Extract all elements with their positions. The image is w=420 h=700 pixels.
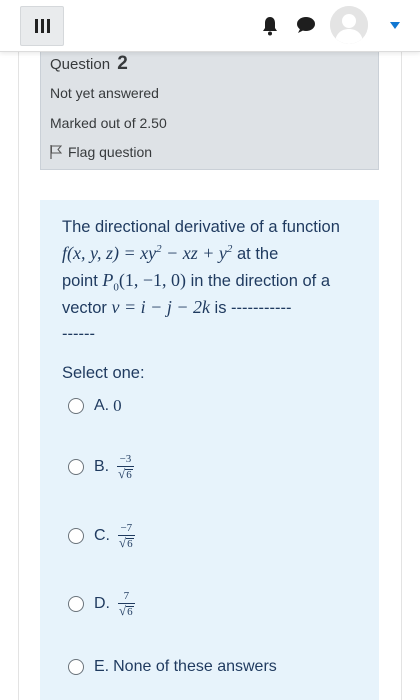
question-info-panel: Question 2 Not yet answered Marked out o… [40,44,379,170]
menu-button[interactable] [20,6,64,46]
radio-option-c[interactable] [68,527,84,544]
radio-option-b[interactable] [68,458,84,475]
chat-icon[interactable] [296,16,316,34]
question-number: Question 2 [50,53,128,75]
bell-icon[interactable] [262,16,278,36]
option-c[interactable]: C. −7 √ 6 [68,522,135,549]
option-e-text: None of these answers [113,658,277,675]
point-expression: P0(1, −1, 0) [102,270,187,294]
function-expression: f(x, y, z) = xy2 − xz + y2 [62,243,233,263]
question-number-value: 2 [117,53,128,74]
option-b-letter: B. [94,457,110,475]
user-silhouette-icon [330,6,368,44]
flag-question-link[interactable]: Flag question [50,144,152,160]
option-e[interactable]: E. None of these answers [68,658,277,676]
question-line-3: point P0(1, −1, 0) in the direction of a [62,270,331,294]
option-a[interactable]: A. 0 [68,396,122,416]
option-a-letter: A. [94,397,110,414]
avatar[interactable] [330,6,368,44]
radio-option-d[interactable] [68,595,84,612]
radio-option-e[interactable] [68,659,84,675]
question-grade: Marked out of 2.50 [50,115,167,131]
option-d-letter: D. [94,594,110,612]
option-b-fraction: −3 √ 6 [117,453,134,481]
question-state: Not yet answered [50,85,159,101]
question-line-2: f(x, y, z) = xy2 − xz + y2 at the [62,243,279,263]
option-b[interactable]: B. −3 √ 6 [68,453,134,480]
question-content: The directional derivative of a function… [40,200,379,700]
hamburger-icon [34,19,50,33]
select-one-prompt: Select one: [62,364,145,382]
option-a-value: 0 [113,396,122,415]
caret-down-icon[interactable] [390,22,400,30]
flag-question-label: Flag question [68,144,153,160]
vector-expression: v = i − j − 2k [111,297,210,317]
question-text: The directional derivative of a function… [62,214,362,347]
question-label: Question [50,56,111,73]
option-e-letter: E. [94,658,110,675]
top-navbar [0,0,420,52]
option-d[interactable]: D. 7 √ 6 [68,590,135,617]
question-line-5: ------ [62,325,95,343]
option-c-letter: C. [94,526,110,544]
flag-icon [50,145,62,159]
radio-option-a[interactable] [68,398,84,414]
option-c-fraction: −7 √ 6 [118,522,135,550]
option-d-fraction: 7 √ 6 [118,590,135,618]
question-line-1: The directional derivative of a function [62,218,340,236]
question-line-4: vector v = i − j − 2k is ----------- [62,297,292,317]
